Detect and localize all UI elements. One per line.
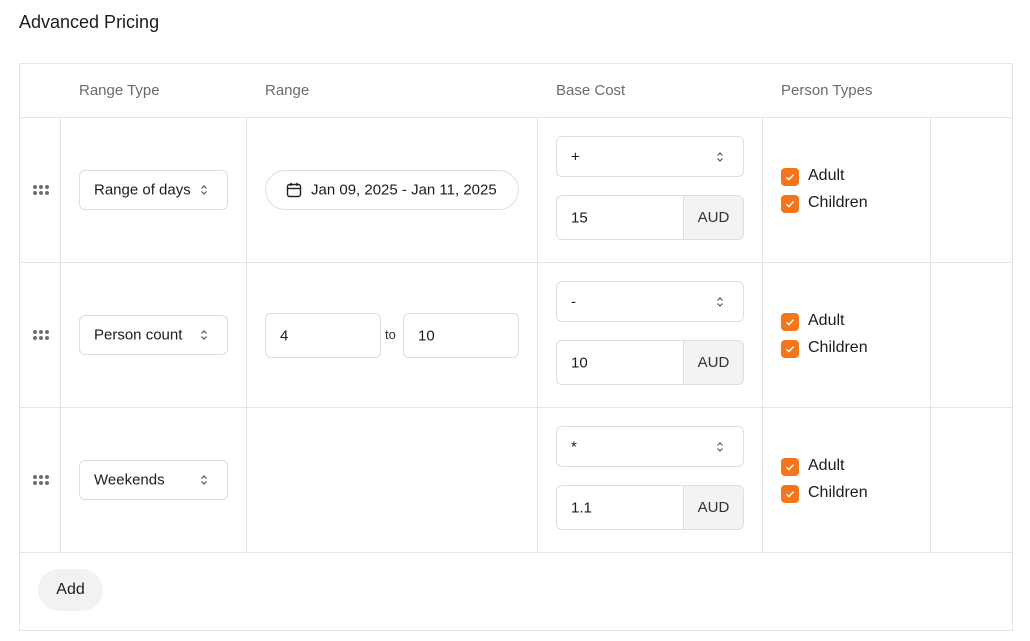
checkmark-icon: [786, 201, 795, 208]
operator-select[interactable]: -: [556, 281, 744, 322]
operator-value: +: [571, 148, 580, 165]
drag-handle-icon[interactable]: [33, 475, 49, 485]
chevron-up-down-icon: [717, 151, 723, 162]
table-row: Person count 4 to 10 - 10 AUD Adult Chil…: [20, 263, 1012, 408]
checkbox-label: Children: [808, 194, 868, 211]
currency-addon: AUD: [683, 486, 743, 529]
base-cost-input[interactable]: 10 AUD: [556, 340, 744, 385]
table-row: Weekends * 1.1 AUD Adult Children: [20, 408, 1012, 553]
range-to-label: to: [385, 327, 396, 342]
add-button[interactable]: Add: [38, 569, 103, 611]
currency-addon: AUD: [683, 196, 743, 239]
range-type-select[interactable]: Person count: [79, 315, 228, 355]
checkmark-icon: [786, 491, 795, 498]
drag-handle-icon[interactable]: [33, 330, 49, 340]
range-type-value: Range of days: [94, 181, 191, 199]
range-type-value: Weekends: [94, 471, 165, 489]
operator-select[interactable]: +: [556, 136, 744, 177]
checkmark-icon: [786, 464, 795, 471]
checkbox-checked[interactable]: [781, 168, 799, 186]
range-to-value: 10: [418, 327, 435, 344]
base-cost-input[interactable]: 1.1 AUD: [556, 485, 744, 530]
base-cost-value: 10: [571, 354, 588, 371]
checkbox-checked[interactable]: [781, 340, 799, 358]
header-range: Range: [265, 82, 310, 99]
page-title: Advanced Pricing: [19, 12, 160, 32]
header-person-types: Person Types: [781, 82, 873, 99]
chevron-up-down-icon: [717, 441, 723, 452]
operator-select[interactable]: *: [556, 426, 744, 467]
checkmark-icon: [786, 174, 795, 181]
advanced-pricing-table: Range Type Range Base Cost Person Types …: [19, 63, 1013, 631]
chevron-up-down-icon: [201, 185, 207, 195]
range-to-input[interactable]: 10: [403, 313, 519, 358]
header-base-cost: Base Cost: [556, 82, 626, 99]
checkbox-label: Adult: [808, 312, 845, 329]
checkmark-icon: [786, 346, 795, 353]
base-cost-value: 1.1: [571, 499, 592, 516]
operator-value: -: [571, 293, 576, 310]
currency-addon: AUD: [683, 341, 743, 384]
checkbox-label: Children: [808, 339, 868, 356]
chevron-up-down-icon: [717, 296, 723, 307]
checkbox-label: Adult: [808, 457, 845, 474]
header-range-type: Range Type: [79, 82, 160, 99]
base-cost-value: 15: [571, 209, 588, 226]
base-cost-input[interactable]: 15 AUD: [556, 195, 744, 240]
checkbox-label: Adult: [808, 167, 845, 184]
checkbox-checked[interactable]: [781, 195, 799, 213]
range-type-value: Person count: [94, 326, 183, 344]
drag-handle-icon[interactable]: [33, 185, 49, 195]
checkbox-checked[interactable]: [781, 485, 799, 503]
range-from-value: 4: [280, 327, 289, 344]
range-type-select[interactable]: Range of days: [79, 170, 228, 210]
date-range-picker[interactable]: Jan 09, 2025 - Jan 11, 2025: [265, 170, 519, 210]
operator-value: *: [571, 438, 577, 455]
checkbox-checked[interactable]: [781, 458, 799, 476]
date-range-value: Jan 09, 2025 - Jan 11, 2025: [311, 181, 497, 199]
range-from-input[interactable]: 4: [265, 313, 381, 358]
table-row: Range of days Jan 09, 2025 - Jan 11, 202…: [20, 118, 1012, 263]
checkmark-icon: [786, 319, 795, 326]
range-type-select[interactable]: Weekends: [79, 460, 228, 500]
checkbox-checked[interactable]: [781, 313, 799, 331]
chevron-up-down-icon: [201, 330, 207, 340]
table-header: Range Type Range Base Cost Person Types: [20, 64, 1012, 118]
checkbox-label: Children: [808, 484, 868, 501]
chevron-up-down-icon: [201, 475, 207, 485]
calendar-icon: [286, 182, 302, 198]
